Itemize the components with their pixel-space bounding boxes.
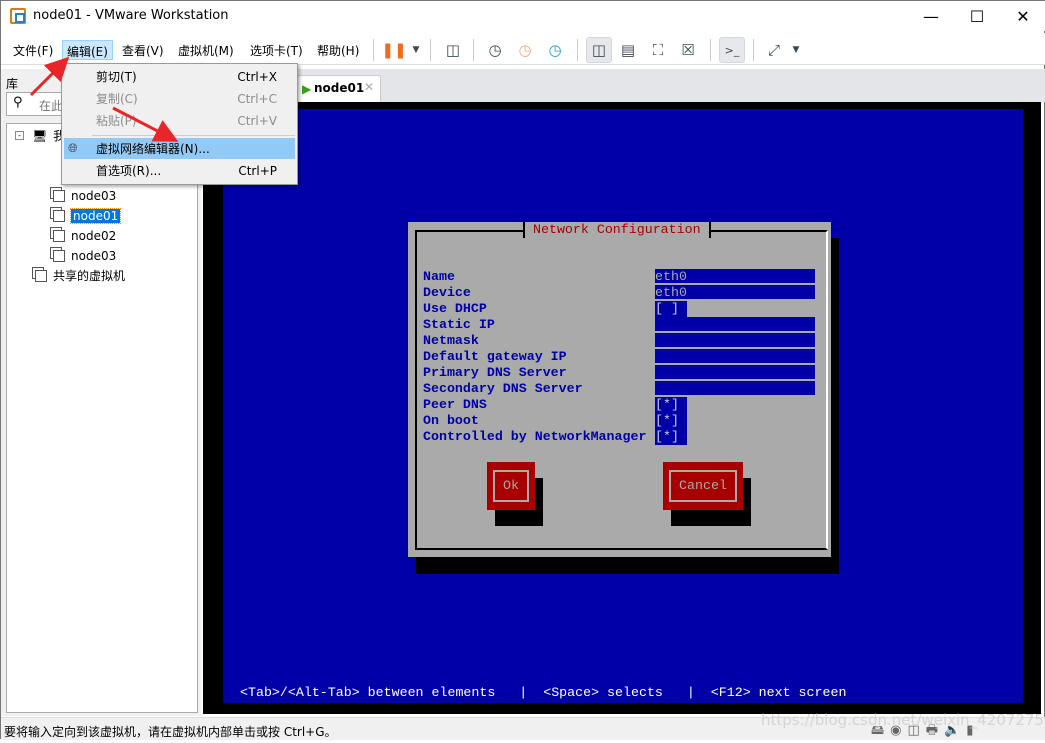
annotation-arrows [29, 56, 179, 142]
arrow [29, 56, 70, 97]
arrow [112, 106, 179, 142]
